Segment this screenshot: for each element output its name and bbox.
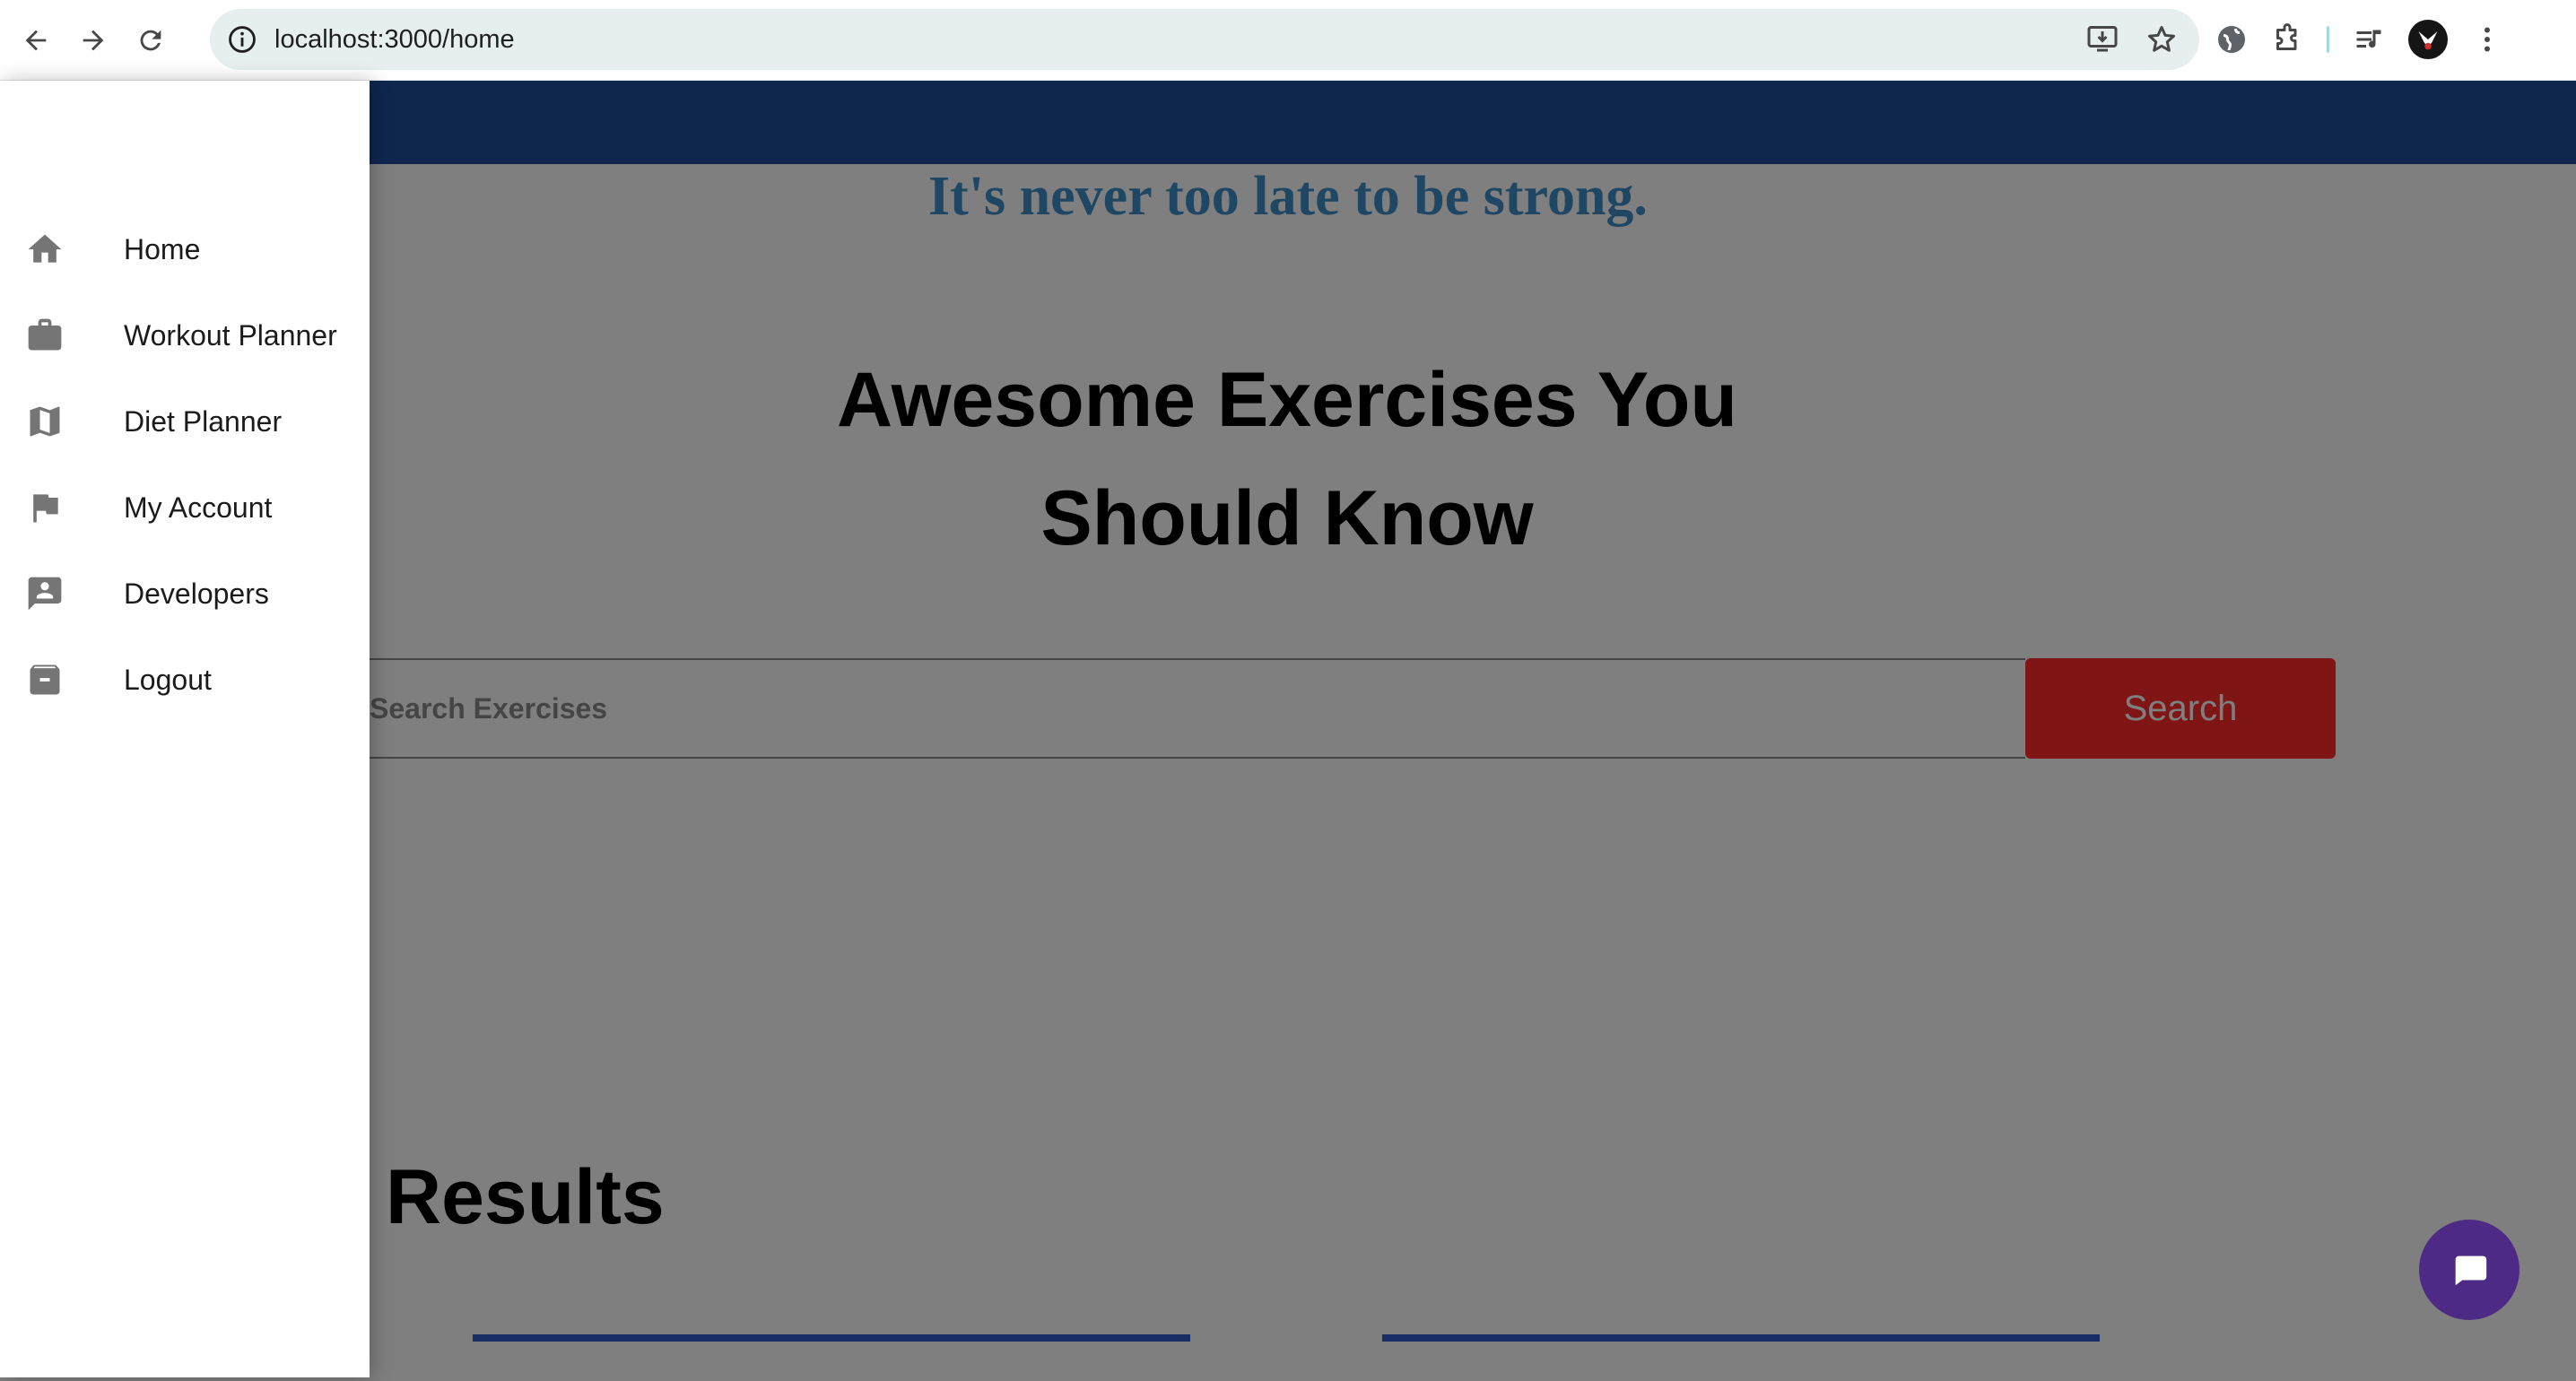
chat-bubble-icon <box>2455 1255 2487 1286</box>
drawer-item-logout[interactable]: Logout <box>0 637 370 723</box>
url-text[interactable]: localhost:3000/home <box>274 25 515 55</box>
contact-icon <box>25 574 65 613</box>
install-app-icon[interactable] <box>2086 23 2119 56</box>
address-bar[interactable]: localhost:3000/home <box>210 9 2199 70</box>
drawer-item-label: Home <box>124 232 201 265</box>
drawer-item-label: Logout <box>124 663 212 696</box>
drawer-item-developers[interactable]: Developers <box>0 551 370 637</box>
avatar-icon[interactable] <box>2408 20 2448 59</box>
arrow-left-icon <box>25 30 47 50</box>
back-button[interactable] <box>13 17 59 64</box>
extension-globe-icon[interactable] <box>2215 23 2248 56</box>
flag-icon <box>25 488 65 527</box>
reload-icon <box>140 30 161 50</box>
toolbar-divider <box>2327 26 2329 53</box>
page-content: It's never too late to be strong. Awesom… <box>0 81 2576 1381</box>
archive-icon <box>25 660 65 699</box>
drawer-backdrop[interactable] <box>0 81 2576 1381</box>
drawer-item-label: Diet Planner <box>124 404 283 438</box>
media-queue-icon[interactable] <box>2353 23 2385 56</box>
chat-button[interactable] <box>2419 1220 2519 1320</box>
drawer-item-diet-planner[interactable]: Diet Planner <box>0 378 370 465</box>
drawer-item-home[interactable]: Home <box>0 206 370 292</box>
drawer-item-label: My Account <box>124 491 273 524</box>
info-icon[interactable] <box>224 22 260 57</box>
star-icon[interactable] <box>2145 23 2178 56</box>
reload-button[interactable] <box>127 17 174 64</box>
drawer-item-label: Developers <box>124 577 269 610</box>
puzzle-icon[interactable] <box>2271 23 2303 56</box>
drawer-item-label: Workout Planner <box>124 318 337 352</box>
arrow-right-icon <box>83 30 104 50</box>
home-icon <box>25 230 65 269</box>
kebab-menu-icon[interactable] <box>2471 23 2503 56</box>
drawer-item-my-account[interactable]: My Account <box>0 465 370 551</box>
drawer-menu: Home Workout Planner Diet Planner My Acc… <box>0 206 370 723</box>
map-icon <box>25 402 65 441</box>
forward-button[interactable] <box>70 17 117 64</box>
drawer-item-workout-planner[interactable]: Workout Planner <box>0 292 370 378</box>
browser-toolbar: localhost:3000/home <box>0 0 2576 81</box>
navigation-drawer: Home Workout Planner Diet Planner My Acc… <box>0 81 370 1377</box>
briefcase-icon <box>25 316 65 355</box>
